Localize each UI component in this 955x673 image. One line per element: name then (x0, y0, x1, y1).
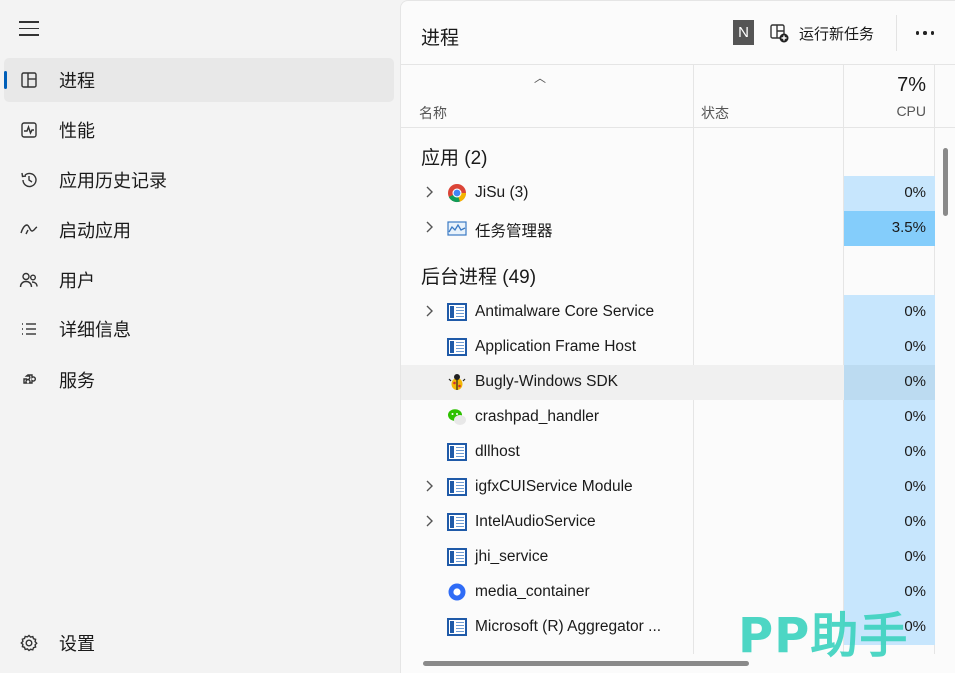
more-options-icon[interactable] (911, 21, 939, 45)
process-name: IntelAudioService (475, 513, 596, 530)
process-name: 任务管理器 (475, 223, 553, 240)
process-name: JiSu (3) (475, 184, 529, 201)
process-name: Microsoft (R) Aggregator ... (475, 618, 662, 635)
processes-icon (18, 69, 40, 91)
cpu-cell: 0% (844, 505, 935, 540)
table-row[interactable]: JiSu (3) 0% (401, 176, 935, 211)
sidebar: 进程 性能 应用历史记录 启动应用 用户 详细信息 服务 设置 (0, 0, 400, 673)
window-app-icon (447, 337, 467, 357)
page-title: 进程 (421, 28, 460, 49)
process-name: Bugly-Windows SDK (475, 373, 618, 390)
run-new-task-label: 运行新任务 (799, 25, 875, 43)
sort-ascending-icon[interactable]: ︿ (534, 69, 546, 86)
table-row[interactable]: igfxCUIService Module 0% (401, 470, 935, 505)
cpu-cell: 0% (844, 176, 935, 211)
window-app-icon (447, 302, 467, 322)
vertical-scrollbar[interactable] (943, 148, 948, 216)
avatar: N (733, 20, 754, 45)
cpu-cell: 3.5% (844, 211, 935, 246)
process-name: jhi_service (475, 548, 549, 565)
divider (896, 15, 897, 51)
sidebar-item-label: 启动应用 (59, 221, 131, 241)
watermark-logo: PP助手 (738, 608, 909, 664)
process-name: crashpad_handler (475, 408, 600, 425)
chevron-right-icon[interactable] (425, 304, 435, 318)
sidebar-item-processes[interactable]: 进程 (4, 58, 394, 102)
table-row[interactable]: dllhost 0% (401, 435, 935, 470)
task-manager-icon (447, 218, 467, 238)
gear-icon (18, 632, 40, 654)
table-row[interactable]: crashpad_handler 0% (401, 400, 935, 435)
sidebar-item-label: 性能 (59, 121, 95, 141)
details-icon (18, 318, 40, 340)
process-name: Antimalware Core Service (475, 303, 655, 320)
table-row[interactable]: jhi_service 0% (401, 540, 935, 575)
window-app-icon (447, 442, 467, 462)
media-container-icon (447, 582, 467, 602)
sidebar-item-label: 详细信息 (59, 320, 131, 340)
sidebar-item-label: 用户 (59, 271, 95, 291)
process-name: media_container (475, 583, 590, 600)
group-header-background: 后台进程 (49) (421, 267, 537, 288)
hamburger-menu-icon[interactable] (19, 21, 39, 39)
window-app-icon (447, 477, 467, 497)
sidebar-item-users[interactable]: 用户 (4, 258, 394, 302)
sidebar-item-label: 服务 (59, 371, 95, 391)
chevron-right-icon[interactable] (425, 479, 435, 493)
sidebar-item-settings[interactable]: 设置 (4, 621, 394, 665)
cpu-cell: 0% (844, 330, 935, 365)
table-row[interactable]: Antimalware Core Service 0% (401, 295, 935, 330)
sidebar-item-services[interactable]: 服务 (4, 358, 394, 402)
new-task-icon (770, 24, 789, 43)
sidebar-item-performance[interactable]: 性能 (4, 108, 394, 152)
run-new-task-button[interactable]: 运行新任务 (769, 20, 874, 46)
sidebar-item-label: 设置 (59, 634, 95, 654)
sidebar-item-label: 进程 (59, 71, 95, 91)
table-row[interactable]: Application Frame Host 0% (401, 330, 935, 365)
column-header-cpu[interactable]: CPU (896, 103, 926, 119)
main-panel: 进程 N 运行新任务 ︿ 名称 状态 7% CPU 应用 (2) JiSu (3… (400, 0, 955, 673)
cpu-cell: 0% (844, 470, 935, 505)
table-row[interactable]: 任务管理器 3.5% (401, 211, 935, 246)
table-row[interactable]: IntelAudioService 0% (401, 505, 935, 540)
window-app-icon (447, 547, 467, 567)
table-row[interactable]: Bugly-Windows SDK 0% (401, 365, 935, 400)
sidebar-item-app-history[interactable]: 应用历史记录 (4, 158, 394, 202)
horizontal-scrollbar[interactable] (423, 661, 749, 666)
column-header-name[interactable]: 名称 (419, 103, 447, 123)
startup-apps-icon (18, 219, 40, 241)
sidebar-item-startup-apps[interactable]: 启动应用 (4, 208, 394, 252)
performance-icon (18, 119, 40, 141)
window-app-icon (447, 617, 467, 637)
cpu-cell: 0% (844, 365, 935, 400)
wechat-icon (447, 407, 467, 427)
column-header-status[interactable]: 状态 (701, 103, 729, 123)
process-name: dllhost (475, 443, 520, 460)
sidebar-item-details[interactable]: 详细信息 (4, 307, 394, 351)
cpu-cell: 0% (844, 400, 935, 435)
chevron-right-icon[interactable] (425, 220, 435, 234)
cpu-total-percent: 7% (897, 74, 926, 96)
chrome-icon (447, 183, 467, 203)
sidebar-item-label: 应用历史记录 (59, 171, 167, 191)
bug-icon (447, 372, 467, 392)
window-app-icon (447, 512, 467, 532)
chevron-right-icon[interactable] (425, 514, 435, 528)
cpu-cell: 0% (844, 435, 935, 470)
services-icon (18, 369, 40, 391)
cpu-cell: 0% (844, 540, 935, 575)
users-icon (18, 269, 40, 291)
cpu-cell: 0% (844, 295, 935, 330)
group-header-apps: 应用 (2) (421, 148, 488, 169)
process-name: igfxCUIService Module (475, 478, 633, 495)
table-header: ︿ 名称 状态 7% CPU (401, 64, 955, 128)
process-name: Application Frame Host (475, 338, 637, 355)
app-history-icon (18, 169, 40, 191)
chevron-right-icon[interactable] (425, 185, 435, 199)
